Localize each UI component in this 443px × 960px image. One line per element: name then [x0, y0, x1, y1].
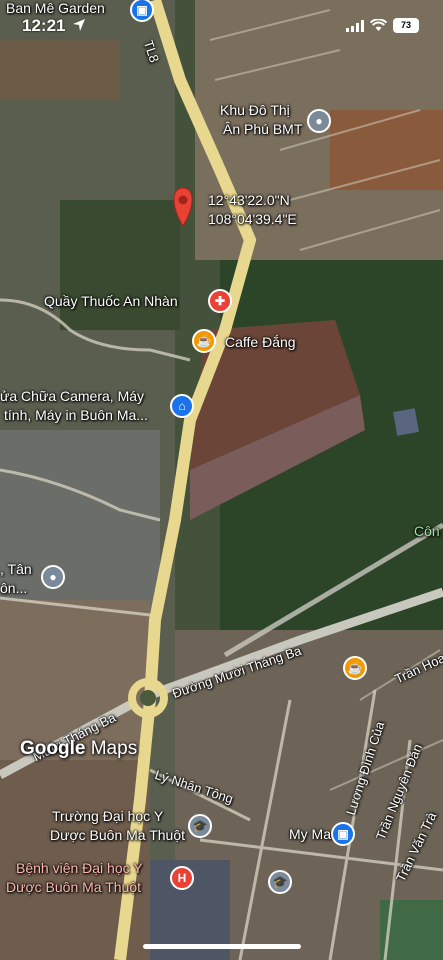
battery-icon: 73: [393, 18, 419, 33]
status-icons: 73: [346, 18, 419, 33]
coordinate-lng: 108°04'39.4"E: [208, 211, 297, 227]
place-label-benh-vien-line1[interactable]: Bệnh viện Đại học Y: [16, 860, 143, 877]
status-bar: 12:21 73: [0, 0, 443, 44]
home-indicator[interactable]: [143, 944, 301, 949]
place-label-con[interactable]: Côn: [414, 523, 440, 540]
place-label-tan-line2[interactable]: ôn...: [0, 580, 27, 597]
status-time: 12:21: [22, 16, 66, 35]
wifi-icon: [370, 19, 387, 31]
place-label-tan-line1[interactable]: , Tân: [0, 561, 32, 578]
coordinate-lat: 12°43'22.0"N: [208, 192, 290, 208]
cellular-signal-icon: [346, 19, 364, 32]
place-label-khu-do-thi-line2[interactable]: Ân Phú BMT: [223, 121, 302, 138]
place-label-benh-vien-line2[interactable]: Dược Buôn Ma Thuột: [6, 879, 141, 896]
shopping-bag-icon[interactable]: ⌂: [170, 394, 194, 418]
google-logo-text: Google: [20, 738, 86, 759]
place-label-quay-thuoc[interactable]: Quầy Thuốc An Nhàn: [44, 293, 178, 310]
place-label-camera-line2[interactable]: tính, Máy in Buôn Ma...: [4, 407, 148, 424]
place-label-camera-line1[interactable]: ửa Chữa Camera, Máy: [0, 388, 144, 405]
cafe-icon-2[interactable]: ☕: [343, 656, 367, 680]
place-label-caffe[interactable]: Caffe Đắng: [225, 334, 296, 351]
maps-logo-text: Maps: [90, 738, 138, 759]
place-label-truong-line2[interactable]: Dược Buôn Ma Thuột: [50, 827, 185, 844]
school-icon[interactable]: 🎓: [188, 814, 212, 838]
place-label-truong-line1[interactable]: Trường Đại học Y: [52, 808, 163, 825]
place-marker-icon[interactable]: ●: [307, 109, 331, 133]
cafe-icon[interactable]: ☕: [192, 329, 216, 353]
place-label-khu-do-thi-line1[interactable]: Khu Đô Thị: [220, 102, 290, 119]
school-icon-2[interactable]: 🎓: [268, 870, 292, 894]
pharmacy-icon[interactable]: ✚: [208, 289, 232, 313]
shopping-icon-2[interactable]: ▣: [331, 822, 355, 846]
hospital-icon[interactable]: H: [170, 866, 194, 890]
location-arrow-icon: [73, 19, 85, 31]
google-maps-logo: Google Maps: [20, 738, 137, 760]
place-marker-icon-2[interactable]: ●: [41, 565, 65, 589]
